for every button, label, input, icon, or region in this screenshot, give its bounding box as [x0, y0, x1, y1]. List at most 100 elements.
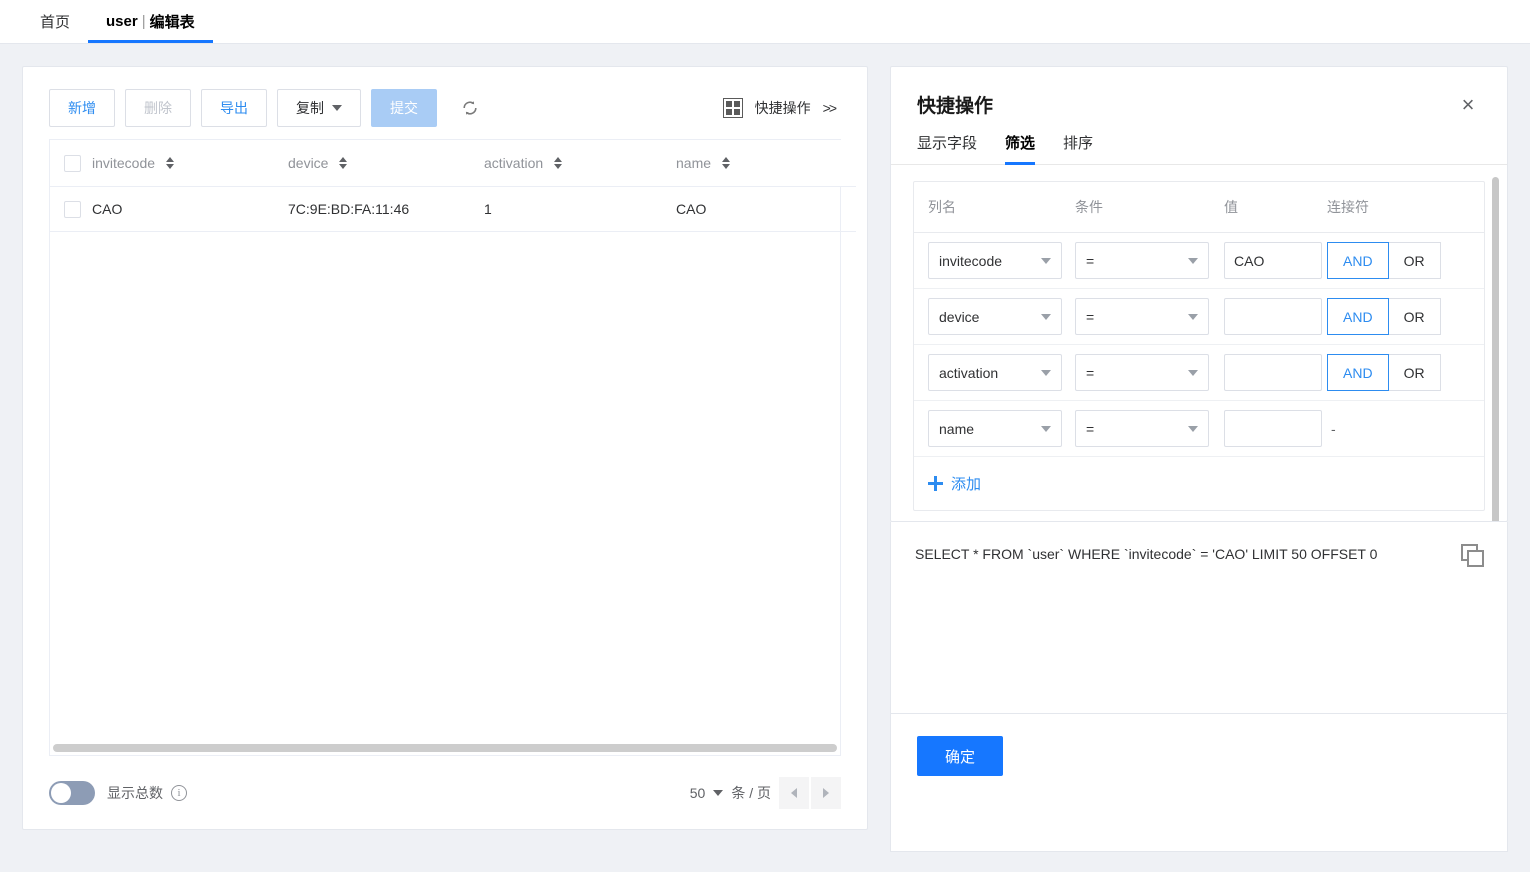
pagination-right: 50 条 / 页 — [690, 776, 841, 809]
filter-row-column-cell: activation — [928, 354, 1075, 391]
column-header-name[interactable]: name — [676, 140, 856, 187]
double-chevron-right-icon: >> — [822, 100, 837, 116]
pagination-arrows — [779, 776, 841, 809]
column-header-activation-label: activation — [484, 154, 544, 171]
filter-value-input[interactable] — [1224, 410, 1322, 447]
chevron-down-icon — [1188, 369, 1198, 376]
filter-column-select[interactable]: activation — [928, 354, 1062, 391]
table-row[interactable]: CAO 7C:9E:BD:FA:11:46 1 CAO — [50, 186, 856, 232]
select-all-checkbox[interactable] — [64, 154, 81, 172]
quick-ops-tabs: 显示字段 筛选 排序 — [891, 118, 1507, 165]
filter-value-input[interactable] — [1224, 354, 1322, 391]
page-size-select[interactable]: 50 — [690, 785, 724, 801]
submit-button[interactable]: 提交 — [371, 89, 437, 127]
sql-preview-section: SELECT * FROM `user` WHERE `invitecode` … — [890, 522, 1508, 714]
filter-row: invitecode = CAO AND OR — [914, 233, 1484, 289]
plus-icon — [928, 476, 943, 491]
data-table-head: invitecode device activation name — [50, 140, 856, 187]
connector-group: AND OR — [1327, 242, 1447, 279]
cell-invitecode[interactable]: CAO — [92, 186, 288, 232]
grid-icon — [722, 98, 743, 118]
sort-icon-device[interactable] — [339, 156, 348, 170]
column-header-invitecode-label: invitecode — [92, 154, 156, 171]
connector-or-button[interactable]: OR — [1387, 298, 1441, 335]
confirm-button[interactable]: 确定 — [917, 736, 1004, 776]
filter-operator-select[interactable]: = — [1075, 410, 1209, 447]
prev-page-button[interactable] — [779, 776, 809, 809]
row-checkbox[interactable] — [64, 200, 81, 218]
add-button[interactable]: 新增 — [49, 89, 115, 127]
filter-value-input[interactable] — [1224, 242, 1322, 279]
filter-row: device = AND OR — [914, 289, 1484, 345]
sort-icon-name[interactable] — [721, 156, 731, 170]
chevron-left-icon — [791, 787, 797, 798]
quick-ops-panel: 快捷操作 × 显示字段 筛选 排序 列名 条件 值 连接符 invitecode… — [890, 66, 1508, 852]
tab-home[interactable]: 首页 — [22, 0, 88, 43]
connector-or-button[interactable]: OR — [1387, 354, 1441, 391]
filter-row-connector-cell: AND OR — [1327, 298, 1447, 335]
tab-sort[interactable]: 排序 — [1063, 132, 1093, 164]
row-select-cell — [50, 186, 92, 232]
filter-table-header: 列名 条件 值 连接符 — [914, 182, 1484, 233]
filter-operator-value: = — [1086, 364, 1095, 381]
filter-table: 列名 条件 值 连接符 invitecode = CAO AND OR devi… — [913, 181, 1485, 511]
connector-and-button[interactable]: AND — [1327, 242, 1389, 279]
connector-and-button[interactable]: AND — [1327, 354, 1389, 391]
filter-column-value: invitecode — [939, 252, 1003, 269]
export-button[interactable]: 导出 — [201, 89, 267, 127]
sort-icon-activation[interactable] — [554, 156, 563, 170]
next-page-button[interactable] — [811, 776, 841, 809]
connector-and-button[interactable]: AND — [1327, 298, 1389, 335]
data-table-panel: 新增 删除 导出 复制 提交 快捷操作 >> invitecode device… — [22, 66, 868, 830]
filter-vertical-scrollbar-thumb[interactable] — [1492, 177, 1499, 521]
select-all-header — [50, 140, 92, 187]
connector-or-button[interactable]: OR — [1387, 242, 1441, 279]
filter-row-column-cell: device — [928, 298, 1075, 335]
filter-row-column-cell: name — [928, 410, 1075, 447]
filter-operator-select[interactable]: = — [1075, 354, 1209, 391]
tab-display-fields[interactable]: 显示字段 — [917, 132, 977, 164]
filter-column-select[interactable]: invitecode — [928, 242, 1062, 279]
tab-filter[interactable]: 筛选 — [1005, 132, 1036, 165]
top-tab-bar: 首页 user | 编辑表 — [0, 0, 1530, 44]
table-horizontal-scrollbar-thumb[interactable] — [53, 744, 837, 752]
quick-ops-trigger[interactable]: 快捷操作 >> — [722, 98, 841, 118]
filter-row-operator-cell: = — [1075, 410, 1224, 447]
column-header-device[interactable]: device — [288, 140, 484, 187]
filter-value-input[interactable] — [1224, 298, 1322, 335]
refresh-button[interactable] — [453, 91, 487, 125]
show-total-toggle[interactable] — [49, 780, 95, 805]
filter-column-select[interactable]: name — [928, 410, 1062, 447]
chevron-right-icon — [823, 787, 829, 798]
tab-user-edit-table[interactable]: user | 编辑表 — [88, 0, 213, 43]
copy-dropdown-label: 复制 — [296, 100, 324, 116]
quick-ops-footer: 确定 — [890, 714, 1508, 852]
filter-row-value-cell — [1224, 242, 1327, 279]
cell-device[interactable]: 7C:9E:BD:FA:11:46 — [288, 186, 484, 232]
table-horizontal-scrollbar[interactable] — [49, 741, 841, 755]
quick-ops-title: 快捷操作 — [917, 96, 994, 117]
close-icon[interactable]: × — [1455, 92, 1481, 118]
filter-row-column-cell: invitecode — [928, 242, 1075, 279]
cell-name[interactable]: CAO — [676, 186, 856, 232]
data-table: invitecode device activation name CAO 7C… — [50, 140, 856, 232]
tab-user-label: user — [106, 13, 138, 30]
filter-operator-select[interactable]: = — [1075, 298, 1209, 335]
column-header-activation[interactable]: activation — [484, 140, 676, 187]
info-icon[interactable]: i — [171, 784, 187, 801]
copy-dropdown-button[interactable]: 复制 — [277, 89, 361, 127]
filter-header-column: 列名 — [928, 199, 956, 215]
copy-icon[interactable] — [1461, 544, 1484, 567]
column-header-invitecode[interactable]: invitecode — [92, 140, 288, 187]
filter-operator-value: = — [1086, 308, 1095, 325]
filter-column-select[interactable]: device — [928, 298, 1062, 335]
add-filter-button[interactable]: 添加 — [914, 457, 1484, 510]
connector-none-label: - — [1331, 420, 1336, 437]
filter-operator-select[interactable]: = — [1075, 242, 1209, 279]
sort-icon-invitecode[interactable] — [165, 156, 175, 170]
delete-button[interactable]: 删除 — [125, 89, 191, 127]
cell-activation[interactable]: 1 — [484, 186, 676, 232]
chevron-down-icon — [713, 789, 724, 796]
connector-group: AND OR — [1327, 298, 1447, 335]
chevron-down-icon — [1188, 425, 1198, 432]
